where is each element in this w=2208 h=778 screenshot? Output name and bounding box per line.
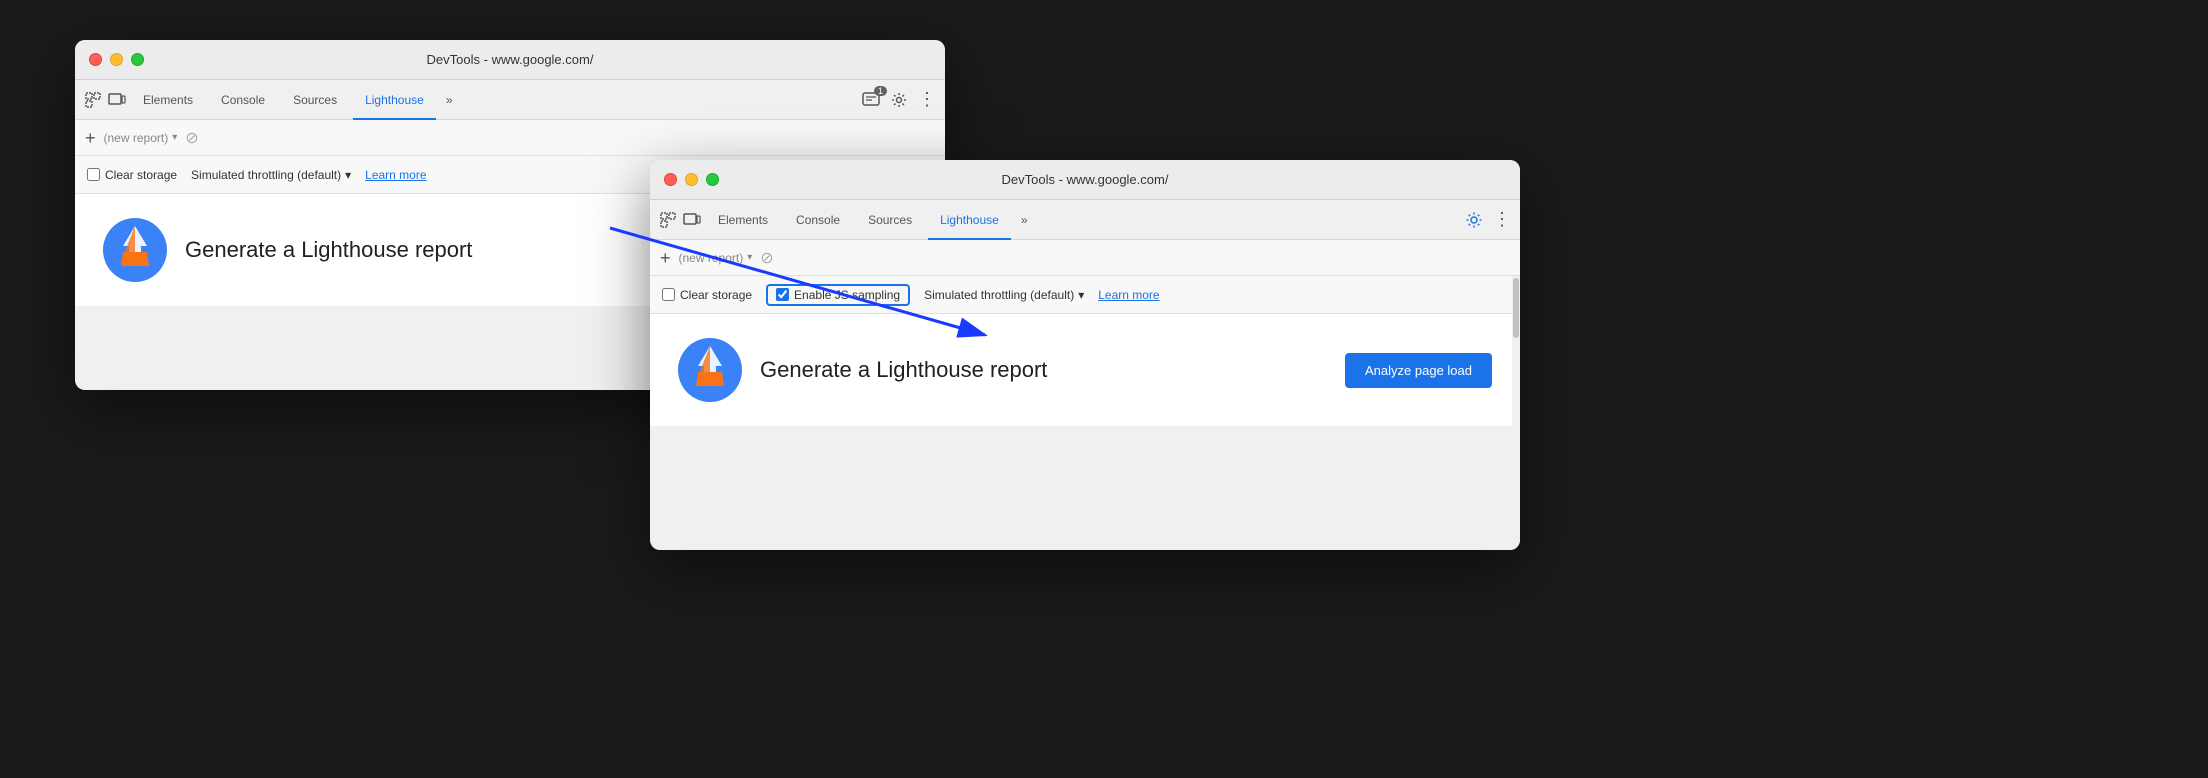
dropdown-caret-back: ▾ — [172, 132, 177, 143]
add-report-button-back[interactable]: + — [85, 129, 96, 147]
throttle-caret-front: ▾ — [1078, 288, 1084, 302]
generate-report-label-front: Generate a Lighthouse report — [760, 357, 1047, 383]
tab-console-front[interactable]: Console — [784, 200, 852, 240]
enable-js-sampling-group[interactable]: Enable JS sampling — [766, 284, 910, 306]
title-bar-back: DevTools - www.google.com/ — [75, 40, 945, 80]
maximize-button-front[interactable] — [706, 173, 719, 186]
generate-report-label-back: Generate a Lighthouse report — [185, 237, 472, 263]
tab-overflow-back[interactable]: » — [440, 93, 459, 107]
report-bar-front: + (new report) ▾ ⊘ — [650, 240, 1520, 276]
report-bar-back: + (new report) ▾ ⊘ — [75, 120, 945, 156]
scrollbar-thumb-front[interactable] — [1513, 278, 1519, 338]
enable-js-sampling-input[interactable] — [776, 288, 789, 301]
selector-icon-back[interactable] — [83, 90, 103, 110]
clear-storage-checkbox-back[interactable]: Clear storage — [87, 168, 177, 182]
dots-icon-back[interactable]: ⋮ — [917, 90, 937, 110]
close-button-back[interactable] — [89, 53, 102, 66]
selector-icon-front[interactable] — [658, 210, 678, 230]
window-title-front: DevTools - www.google.com/ — [1002, 172, 1169, 187]
gear-icon-front[interactable] — [1464, 210, 1484, 230]
scrollbar-front — [1512, 276, 1520, 550]
add-report-button-front[interactable]: + — [660, 249, 671, 267]
tab-sources-back[interactable]: Sources — [281, 80, 349, 120]
clear-storage-input-front[interactable] — [662, 288, 675, 301]
toolbar-settings-front: ⋮ — [1464, 210, 1512, 230]
report-dropdown-front[interactable]: (new report) ▾ — [679, 251, 753, 265]
throttle-select-back[interactable]: Simulated throttling (default) ▾ — [191, 168, 351, 182]
dropdown-caret-front: ▾ — [747, 252, 752, 263]
tab-overflow-front[interactable]: » — [1015, 213, 1034, 227]
tab-elements-front[interactable]: Elements — [706, 200, 780, 240]
toolbar-front: Elements Console Sources Lighthouse » ⋮ — [650, 200, 1520, 240]
options-bar-front: Clear storage Enable JS sampling Simulat… — [650, 276, 1520, 314]
close-button-front[interactable] — [664, 173, 677, 186]
minimize-button-back[interactable] — [110, 53, 123, 66]
device-icon-front[interactable] — [682, 210, 702, 230]
dots-icon-front[interactable]: ⋮ — [1492, 210, 1512, 230]
maximize-button-back[interactable] — [131, 53, 144, 66]
main-content-front: Generate a Lighthouse report Analyze pag… — [650, 314, 1520, 426]
lighthouse-logo-back — [103, 218, 167, 282]
gear-icon-back[interactable] — [889, 90, 909, 110]
devtools-window-front: DevTools - www.google.com/ Elements Cons… — [650, 160, 1520, 550]
report-dropdown-back[interactable]: (new report) ▾ — [104, 131, 178, 145]
title-bar-front: DevTools - www.google.com/ — [650, 160, 1520, 200]
throttle-caret-back: ▾ — [345, 168, 351, 182]
clear-report-button-front[interactable]: ⊘ — [760, 248, 773, 268]
window-controls-front — [664, 173, 719, 186]
clear-storage-input-back[interactable] — [87, 168, 100, 181]
clear-storage-checkbox-front[interactable]: Clear storage — [662, 288, 752, 302]
window-title-back: DevTools - www.google.com/ — [427, 52, 594, 67]
tab-console-back[interactable]: Console — [209, 80, 277, 120]
learn-more-link-back[interactable]: Learn more — [365, 168, 426, 182]
toolbar-back: Elements Console Sources Lighthouse » 1 — [75, 80, 945, 120]
lighthouse-logo-front — [678, 338, 742, 402]
tab-lighthouse-back[interactable]: Lighthouse — [353, 80, 436, 120]
toolbar-settings-back: 1 ⋮ — [861, 90, 937, 110]
tab-sources-front[interactable]: Sources — [856, 200, 924, 240]
learn-more-link-front[interactable]: Learn more — [1098, 288, 1159, 302]
tab-lighthouse-front[interactable]: Lighthouse — [928, 200, 1011, 240]
minimize-button-front[interactable] — [685, 173, 698, 186]
device-icon-back[interactable] — [107, 90, 127, 110]
clear-report-button-back[interactable]: ⊘ — [185, 128, 198, 148]
tab-elements-back[interactable]: Elements — [131, 80, 205, 120]
badge-back: 1 — [874, 86, 887, 96]
chat-icon-back[interactable]: 1 — [861, 90, 881, 110]
analyze-button-front[interactable]: Analyze page load — [1345, 353, 1492, 388]
throttle-select-front[interactable]: Simulated throttling (default) ▾ — [924, 288, 1084, 302]
window-controls-back — [89, 53, 144, 66]
